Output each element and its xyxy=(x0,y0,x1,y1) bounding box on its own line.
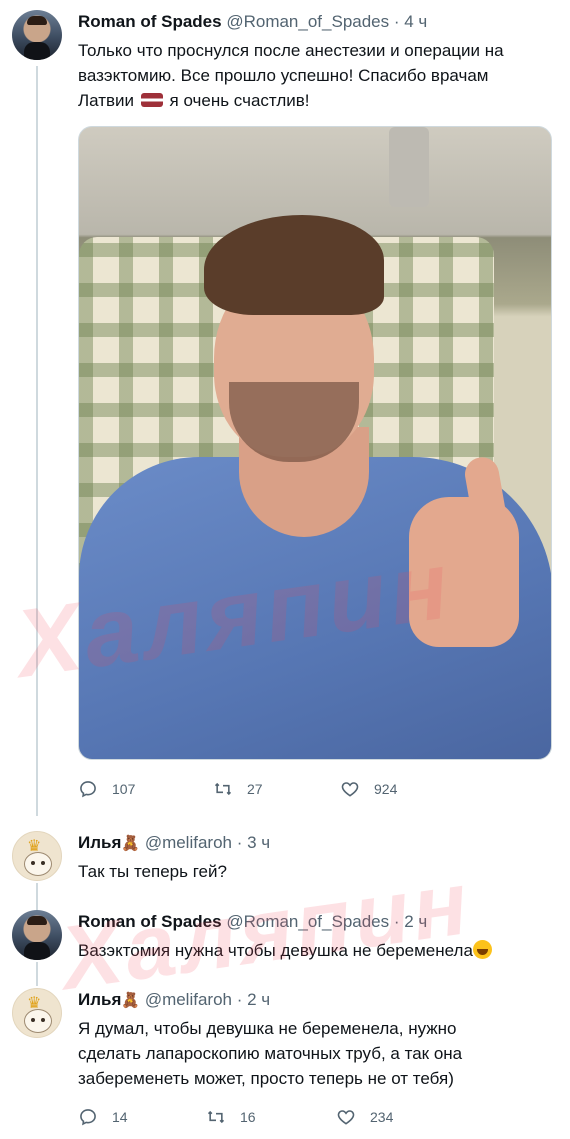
tweet-text: Так ты теперь гей? xyxy=(78,862,227,881)
tweet-text: Только что проснулся после анестезии и о… xyxy=(78,41,504,110)
reply-icon xyxy=(80,1109,96,1126)
timestamp[interactable]: · 4 ч xyxy=(394,12,427,31)
reply-count: 107 xyxy=(112,781,136,797)
tweet-photo[interactable] xyxy=(78,126,552,760)
retweet-icon xyxy=(214,782,232,796)
retweet-count: 27 xyxy=(247,781,263,797)
author-name[interactable]: Илья xyxy=(78,990,121,1009)
like-button[interactable]: 924 xyxy=(340,779,397,799)
tweet-text: Вазэктомия нужна чтобы девушка не береме… xyxy=(78,938,558,963)
author-name[interactable]: Roman of Spades xyxy=(78,12,222,31)
author-handle[interactable]: @Roman_of_Spades xyxy=(226,912,389,931)
timestamp[interactable]: · 2 ч xyxy=(237,990,270,1009)
avatar[interactable] xyxy=(12,10,62,60)
avatar[interactable]: ♛ xyxy=(12,831,62,881)
like-icon xyxy=(337,1110,355,1125)
tweet-reply[interactable]: ♛ Илья🧸 @melifaroh · 3 ч Так ты теперь г… xyxy=(0,826,570,902)
avatar[interactable] xyxy=(12,910,62,960)
author-name[interactable]: Roman of Spades xyxy=(78,912,222,931)
teddy-bear-emoji: 🧸 xyxy=(121,992,141,1009)
author-handle[interactable]: @Roman_of_Spades xyxy=(226,12,389,31)
like-icon xyxy=(341,782,359,797)
tweet-reply[interactable]: ♛ Илья🧸 @melifaroh · 2 ч Я думал, чтобы … xyxy=(0,983,570,1139)
retweet-button[interactable]: 16 xyxy=(206,1107,256,1127)
like-count: 234 xyxy=(370,1109,394,1125)
retweet-icon xyxy=(207,1110,225,1124)
author-handle[interactable]: @melifaroh xyxy=(145,833,232,852)
timestamp[interactable]: · 3 ч xyxy=(237,833,270,852)
tears-of-joy-emoji xyxy=(472,940,492,959)
reply-icon xyxy=(80,781,96,798)
teddy-bear-emoji: 🧸 xyxy=(121,835,141,852)
tweet-main[interactable]: Roman of Spades @Roman_of_Spades · 4 ч Т… xyxy=(0,0,570,820)
tweet-reply[interactable]: Roman of Spades @Roman_of_Spades · 2 ч В… xyxy=(0,905,570,981)
avatar[interactable]: ♛ xyxy=(12,988,62,1038)
author-name[interactable]: Илья xyxy=(78,833,121,852)
reply-button[interactable]: 14 xyxy=(78,1107,128,1127)
latvia-flag-emoji xyxy=(140,93,163,107)
retweet-count: 16 xyxy=(240,1109,256,1125)
author-handle[interactable]: @melifaroh xyxy=(145,990,232,1009)
timestamp[interactable]: · 2 ч xyxy=(394,912,427,931)
like-count: 924 xyxy=(374,781,398,797)
reply-button[interactable]: 107 xyxy=(78,779,135,799)
reply-count: 14 xyxy=(112,1109,128,1125)
retweet-button[interactable]: 27 xyxy=(213,779,263,799)
tweet-text: Я думал, чтобы девушка не беременела, ну… xyxy=(78,1019,463,1088)
like-button[interactable]: 234 xyxy=(336,1107,393,1127)
